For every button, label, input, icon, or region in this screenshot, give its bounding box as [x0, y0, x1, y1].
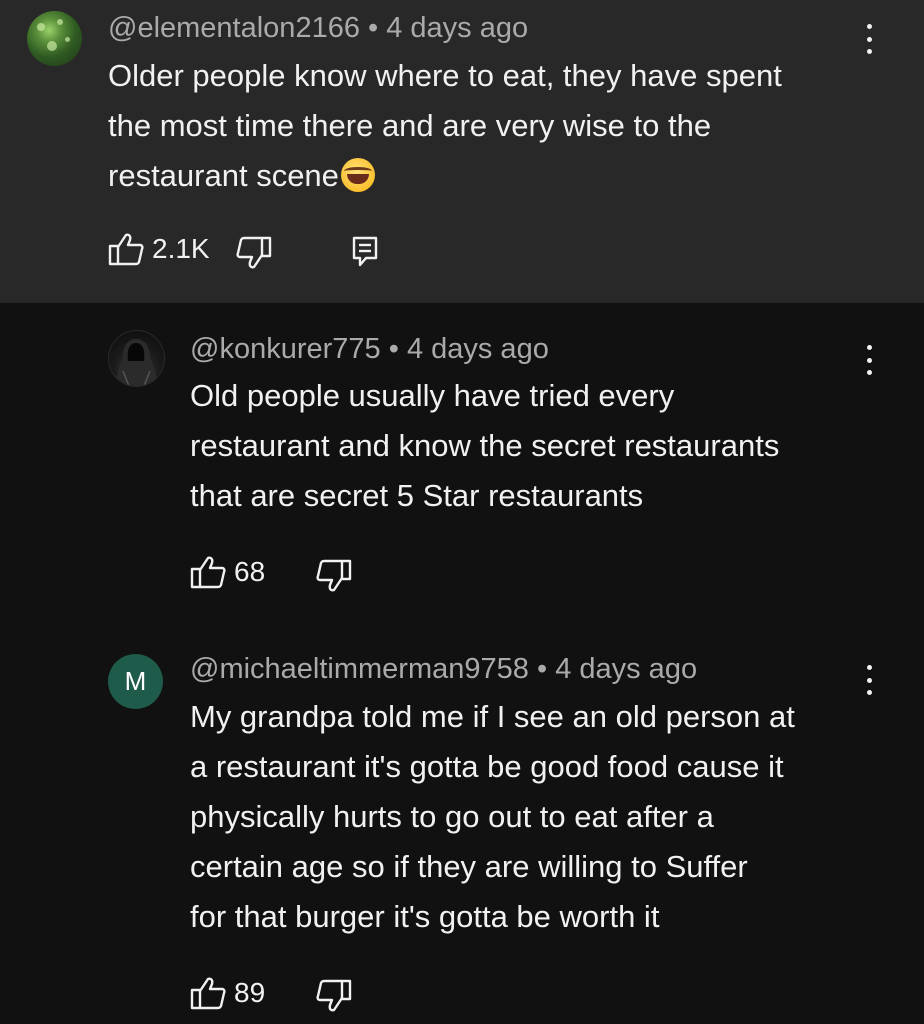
comment-line: certain age so if they are willing to Su… — [190, 849, 748, 884]
like-count: 68 — [234, 556, 266, 587]
comment-text: Old people usually have tried every rest… — [190, 371, 779, 521]
dislike-button[interactable] — [236, 236, 272, 270]
like-count: 89 — [234, 977, 266, 1008]
reply-button[interactable] — [352, 236, 378, 268]
more-vertical-icon[interactable] — [863, 665, 875, 695]
like-count: 2.1K — [152, 233, 210, 264]
comment-time: 4 days ago — [386, 12, 529, 44]
avatar[interactable] — [108, 330, 165, 387]
comment-line: a restaurant it's gotta be good food cau… — [190, 749, 784, 784]
comment-line: restaurant scene — [108, 151, 782, 201]
dislike-button[interactable] — [316, 979, 352, 1013]
comment-text: My grandpa told me if I see an old perso… — [190, 692, 795, 942]
author-handle[interactable]: @elementalon2166 — [108, 12, 360, 44]
comment-meta: @elementalon2166 • 4 days ago — [108, 12, 528, 45]
like-button[interactable]: 2.1K — [108, 232, 210, 266]
more-vertical-icon[interactable] — [863, 345, 875, 375]
author-handle[interactable]: @michaeltimmerman9758 — [190, 653, 529, 685]
thumbs-down-icon — [316, 979, 352, 1012]
comment-line: restaurant and know the secret restauran… — [190, 428, 780, 463]
comment-meta: @konkurer775 • 4 days ago — [190, 333, 549, 366]
face-with-tears-of-joy-icon — [340, 158, 375, 192]
thumbs-up-icon — [190, 977, 226, 1010]
comment-line: the most time there and are very wise to… — [108, 108, 712, 143]
meta-separator: • — [536, 653, 548, 685]
thumbs-up-icon — [108, 233, 144, 266]
comment-line: Old people usually have tried every — [190, 378, 675, 413]
comment-line: My grandpa told me if I see an old perso… — [190, 699, 795, 734]
author-handle[interactable]: @konkurer775 — [190, 333, 381, 365]
thumbs-up-icon — [190, 556, 226, 589]
comment-line: for that burger it's gotta be worth it — [190, 899, 660, 934]
comment-line: physically hurts to go out to eat after … — [190, 799, 714, 834]
comment-line: Older people know where to eat, they hav… — [108, 58, 782, 93]
comment-time: 4 days ago — [406, 333, 549, 365]
like-button[interactable]: 89 — [190, 976, 265, 1010]
thumbs-down-icon — [316, 559, 352, 592]
comment-line: that are secret 5 Star restaurants — [190, 478, 644, 513]
like-button[interactable]: 68 — [190, 555, 265, 589]
thumbs-down-icon — [236, 236, 272, 269]
avatar[interactable] — [27, 11, 82, 66]
meta-separator: • — [388, 333, 399, 365]
avatar-initial: M — [124, 666, 147, 696]
comment-text: Older people know where to eat, they hav… — [108, 51, 782, 201]
avatar[interactable]: M — [108, 654, 163, 709]
meta-separator: • — [368, 12, 379, 44]
dislike-button[interactable] — [316, 559, 352, 593]
comment-meta: @michaeltimmerman9758 • 4 days ago — [190, 653, 697, 686]
comment-time: 4 days ago — [555, 653, 698, 685]
more-vertical-icon[interactable] — [863, 24, 875, 54]
reply-icon — [352, 236, 378, 267]
